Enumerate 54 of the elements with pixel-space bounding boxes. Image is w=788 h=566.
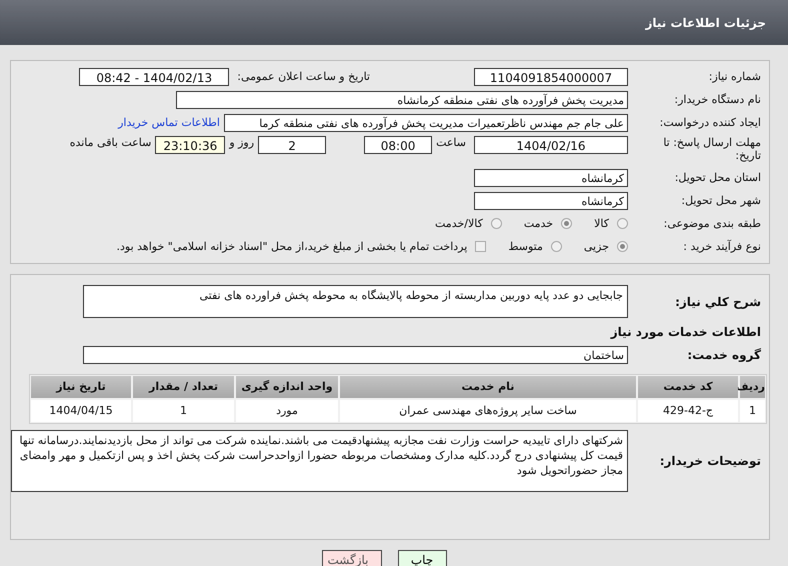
field-label: نام دستگاه خریدار:: [673, 93, 761, 106]
buyer-notes-field: شرکتهای دارای تاییدیه حراست وزارت نفت مجازبه پیشنهادقیمت می باشند.نماینده شرکت می تواند از محل بازدیدنمایند.درسامانه تنها قیمت کل پیشنهادی درج گردد.کلیه مدارک ومشخصات مربوطه حضورا ازواحدحراست شرکت پخش اخذ و پس ازتکمیل و مهر وامضای مجاز حضوراتحویل شود: [11, 430, 628, 492]
section-heading: اطلاعات خدمات مورد نیاز: [610, 324, 761, 338]
field-label: تاریخ و ساعت اعلان عمومی:: [237, 70, 370, 83]
option-label: جزیی: [584, 240, 609, 253]
days-field: 2: [258, 136, 326, 154]
field-label: توضیحات خریدار:: [658, 454, 761, 468]
field-label: شماره نیاز:: [708, 70, 761, 83]
field-label: مهلت ارسال پاسخ: تا تاریخ:: [662, 136, 761, 162]
requester-field: علی جام جم مهندس ناظرتعمیرات مدیریت پخش فرآورده های نفتی منطقه کرما: [224, 114, 628, 132]
radio-button[interactable]: [490, 218, 502, 229]
field-label: طبقه بندی موضوعی:: [662, 217, 761, 230]
option-label: متوسط: [508, 240, 543, 253]
field-label: نوع فرآیند خرید :: [682, 240, 761, 253]
days-label: روز و: [229, 136, 254, 149]
column-header: واحد اندازه گیری: [236, 376, 338, 398]
table-cell: ج-42-429: [638, 400, 738, 422]
option-label: خدمت: [524, 217, 554, 230]
need-number-field: 1104091854000007: [474, 68, 628, 86]
description-field: جابجایی دو عدد پایه دوربین مداربسته از محوطه پالایشگاه به محوطه پخش فراورده های نفتی: [83, 285, 628, 318]
time-label: ساعت: [436, 136, 466, 149]
field-label: شهر محل تحویل:: [680, 194, 761, 207]
radio-button[interactable]: [617, 241, 628, 252]
announce-date-field: 1404/02/13 - 08:42: [79, 68, 230, 86]
radio-button[interactable]: [617, 218, 628, 229]
remaining-time-field: 23:10:36: [155, 136, 226, 154]
deadline-time-field: 08:00: [364, 136, 432, 154]
buyer-contact-link[interactable]: اطلاعات تماس خریدار: [118, 116, 220, 129]
field-label: ایجاد کننده درخواست:: [658, 116, 761, 129]
field-label: شرح کلي نياز:: [674, 294, 761, 308]
table-cell: 1: [133, 400, 234, 422]
deadline-date-field: 1404/02/16: [474, 136, 628, 154]
service-group-field: ساختمان: [83, 346, 628, 364]
option-label: کالا/خدمت: [435, 217, 483, 230]
remaining-label: ساعت باقی مانده: [70, 136, 152, 149]
column-header: تعداد / مقدار: [133, 376, 234, 398]
checkbox[interactable]: [475, 241, 486, 252]
field-label: استان محل تحویل:: [674, 171, 761, 184]
table-cell: 1: [740, 400, 765, 422]
radio-button[interactable]: [561, 218, 572, 229]
field-label: گروه خدمت:: [686, 348, 761, 362]
column-header: نام خدمت: [340, 376, 636, 398]
table-cell: 1404/04/15: [31, 400, 131, 422]
column-header: تاریخ نیاز: [31, 376, 131, 398]
table-cell: مورد: [236, 400, 338, 422]
option-label: پرداخت تمام یا بخشی از مبلغ خرید،از محل "اسناد خزانه اسلامی" خواهد بود.: [116, 240, 468, 253]
city-field: کرمانشاه: [474, 192, 628, 210]
option-label: کالا: [594, 217, 609, 230]
province-field: کرمانشاه: [474, 168, 628, 186]
table-cell: ساخت سایر پروژه‌های مهندسی عمران: [340, 400, 636, 422]
buyer-org-field: مدیریت پخش فرآورده های نفتی منطقه کرمانشاه: [176, 90, 628, 108]
page-title: جزئیات اطلاعات نیاز: [645, 16, 766, 30]
column-header: کد خدمت: [638, 376, 738, 398]
radio-button[interactable]: [550, 241, 562, 252]
